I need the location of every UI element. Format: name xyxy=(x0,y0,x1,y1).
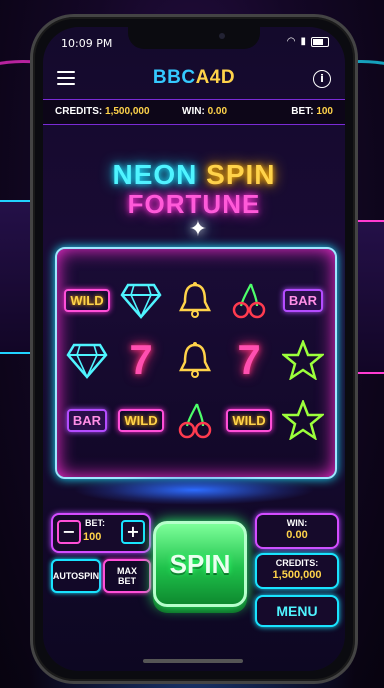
game-title-line2: FORTUNE xyxy=(127,189,261,219)
game-title-line1: NEON SPIN xyxy=(43,159,345,191)
reel-column: BAR xyxy=(277,253,329,473)
symbol-bar: BAR xyxy=(277,273,329,327)
symbol-wild: WILD xyxy=(115,393,167,447)
bell-icon xyxy=(169,273,221,327)
wifi-icon: ◠ xyxy=(286,36,296,47)
symbol-label: 7 xyxy=(129,336,153,383)
bet-control: − BET: 100 + xyxy=(51,513,151,553)
status-icons: ◠ ▮ xyxy=(287,36,329,47)
autospin-button[interactable]: AUTOSPIN xyxy=(51,559,101,593)
bell-icon xyxy=(169,333,221,387)
symbol-label: 7 xyxy=(237,336,261,383)
info-bet: BET: 100 xyxy=(291,106,333,117)
slot-reels: WILD BAR 7 WILD 7 WILD BAR xyxy=(55,247,337,479)
controls-panel: − BET: 100 + AUTOSPIN MAX BET SPIN WIN: 0… xyxy=(43,513,345,663)
bet-control-value: 100 xyxy=(83,531,102,543)
win-display-value: 0.00 xyxy=(286,529,308,541)
win-value: 0.00 xyxy=(207,106,228,117)
logo-part1: BBC xyxy=(152,67,196,88)
title-word-neon: NEON xyxy=(112,159,198,190)
max-bet-button[interactable]: MAX BET xyxy=(103,559,151,593)
credits-display: CREDITS: 1,500,000 xyxy=(255,553,339,589)
app-logo: BBCA4D xyxy=(43,67,345,89)
logo-part2: A4D xyxy=(195,67,236,88)
credits-value: 1,500,000 xyxy=(105,106,150,117)
info-win: WIN: 0.00 xyxy=(182,106,227,117)
bet-increase-button[interactable]: + xyxy=(121,520,145,544)
phone-frame: 10:09 PM ◠ ▮ BBCA4D i CREDITS: 1,500,000… xyxy=(30,14,358,684)
symbol-wild: WILD xyxy=(61,273,113,327)
sparkle-icon: ✦ xyxy=(188,217,208,242)
info-icon[interactable]: i xyxy=(313,70,331,88)
win-label: WIN: xyxy=(182,106,205,117)
spin-label: SPIN xyxy=(169,548,231,579)
cherry-icon xyxy=(169,393,221,447)
symbol-seven: 7 xyxy=(115,333,167,387)
bet-decrease-button[interactable]: − xyxy=(57,520,81,544)
symbol-wild: WILD xyxy=(223,393,275,447)
spin-button[interactable]: SPIN xyxy=(153,521,247,607)
credits-label: CREDITS: xyxy=(55,106,103,117)
maxbet-line2: BET xyxy=(118,576,136,586)
bet-value: 100 xyxy=(316,106,333,117)
symbol-label: WILD xyxy=(118,408,164,432)
reel-platform xyxy=(73,475,315,505)
reel-column: 7 WILD xyxy=(223,253,275,473)
title-word-spin: SPIN xyxy=(206,159,276,190)
symbol-bar: BAR xyxy=(61,393,113,447)
reel-column xyxy=(169,253,221,473)
symbol-label: WILD xyxy=(226,408,272,432)
diamond-icon xyxy=(61,333,113,387)
win-display-label: WIN: xyxy=(286,518,308,528)
win-display: WIN: 0.00 xyxy=(255,513,339,549)
phone-screen: 10:09 PM ◠ ▮ BBCA4D i CREDITS: 1,500,000… xyxy=(43,27,345,671)
battery-icon xyxy=(311,36,329,47)
diamond-icon xyxy=(115,273,167,327)
symbol-seven: 7 xyxy=(223,333,275,387)
signal-icon: ▮ xyxy=(300,36,306,47)
star-icon xyxy=(277,393,329,447)
bet-label: BET: xyxy=(291,106,314,117)
reel-column: 7 WILD xyxy=(115,253,167,473)
reel-column: WILD BAR xyxy=(61,253,113,473)
symbol-label: BAR xyxy=(282,288,324,312)
credits-display-value: 1,500,000 xyxy=(272,569,322,581)
maxbet-line1: MAX xyxy=(117,566,137,576)
status-time: 10:09 PM xyxy=(61,37,113,50)
credits-display-label: CREDITS: xyxy=(275,558,319,568)
cherry-icon xyxy=(223,273,275,327)
info-credits: CREDITS: 1,500,000 xyxy=(55,106,150,117)
info-bar: CREDITS: 1,500,000 WIN: 0.00 BET: 100 xyxy=(43,99,345,125)
home-indicator xyxy=(143,659,243,663)
status-bar: 10:09 PM ◠ ▮ xyxy=(43,27,345,57)
app-header: BBCA4D i xyxy=(43,59,345,97)
symbol-label: WILD xyxy=(64,288,110,312)
bet-control-label: BET: xyxy=(85,518,105,528)
menu-button[interactable]: MENU xyxy=(255,595,339,627)
star-icon xyxy=(277,333,329,387)
symbol-label: BAR xyxy=(66,408,108,432)
